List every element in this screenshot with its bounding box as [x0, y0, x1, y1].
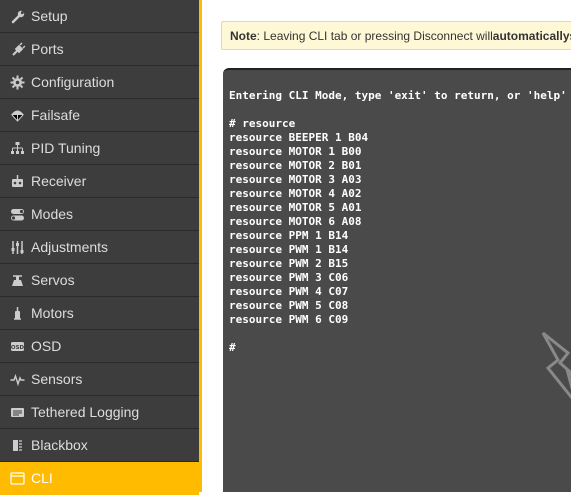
sidebar-item-label: Setup: [31, 8, 68, 24]
sidebar-item-blackbox[interactable]: Blackbox: [0, 429, 199, 462]
sidebar-item-failsafe[interactable]: Failsafe: [0, 99, 199, 132]
sidebar-item-label: Motors: [31, 305, 74, 321]
sidebar: Setup Ports Configuration Failsafe PID Tunin…: [0, 0, 199, 492]
sidebar-item-label: Servos: [31, 272, 75, 288]
sidebar-item-receiver[interactable]: Receiver: [0, 165, 199, 198]
sidebar-item-setup[interactable]: Setup: [0, 0, 199, 33]
note-prefix: Note: [230, 29, 257, 43]
sidebar-item-label: Configuration: [31, 74, 114, 90]
sidebar-item-label: Ports: [31, 41, 64, 57]
sliders-icon: [10, 240, 25, 255]
note-text: : Leaving CLI tab or pressing Disconnect…: [257, 29, 493, 43]
cli-note: Note: Leaving CLI tab or pressing Discon…: [221, 21, 571, 50]
cli-output: Entering CLI Mode, type 'exit' to return…: [229, 89, 567, 355]
gear-icon: [10, 75, 25, 90]
sidebar-item-ports[interactable]: Ports: [0, 33, 199, 66]
sidebar-item-adjustments[interactable]: Adjustments: [0, 231, 199, 264]
sidebar-item-label: Adjustments: [31, 239, 108, 255]
servo-icon: [10, 273, 25, 288]
note-bold: automatically: [493, 29, 570, 43]
sidebar-item-label: OSD: [31, 338, 61, 354]
sidebar-item-modes[interactable]: Modes: [0, 198, 199, 231]
main-content: Note: Leaving CLI tab or pressing Discon…: [202, 0, 571, 492]
sidebar-item-pid-tuning[interactable]: PID Tuning: [0, 132, 199, 165]
sidebar-item-label: Failsafe: [31, 107, 80, 123]
motor-icon: [10, 306, 25, 321]
toggle-icon: [10, 207, 25, 222]
sidebar-item-servos[interactable]: Servos: [0, 264, 199, 297]
cli-window[interactable]: Entering CLI Mode, type 'exit' to return…: [223, 68, 571, 492]
sidebar-item-label: Tethered Logging: [31, 404, 139, 420]
sidebar-item-cli[interactable]: CLI: [0, 462, 199, 495]
svg-text:OSD: OSD: [11, 345, 25, 351]
blackbox-icon: [10, 438, 25, 453]
logging-icon: [10, 405, 25, 420]
sidebar-item-tethered-logging[interactable]: Tethered Logging: [0, 396, 199, 429]
parachute-icon: [10, 108, 25, 123]
sidebar-item-motors[interactable]: Motors: [0, 297, 199, 330]
sidebar-item-label: Blackbox: [31, 437, 88, 453]
sidebar-item-label: CLI: [31, 470, 53, 486]
terminal-icon: [10, 471, 25, 486]
sidebar-item-label: Sensors: [31, 371, 82, 387]
sidebar-item-osd[interactable]: OSD OSD: [0, 330, 199, 363]
sitemap-icon: [10, 141, 25, 156]
wrench-icon: [10, 9, 25, 24]
pulse-icon: [10, 372, 25, 387]
plug-icon: [10, 42, 25, 57]
sidebar-item-configuration[interactable]: Configuration: [0, 66, 199, 99]
sidebar-item-sensors[interactable]: Sensors: [0, 363, 199, 396]
sidebar-item-label: Modes: [31, 206, 73, 222]
osd-icon: OSD: [10, 339, 25, 354]
logo-watermark-icon: [538, 328, 571, 408]
sidebar-item-label: Receiver: [31, 173, 86, 189]
sidebar-item-label: PID Tuning: [31, 140, 100, 156]
receiver-icon: [10, 174, 25, 189]
